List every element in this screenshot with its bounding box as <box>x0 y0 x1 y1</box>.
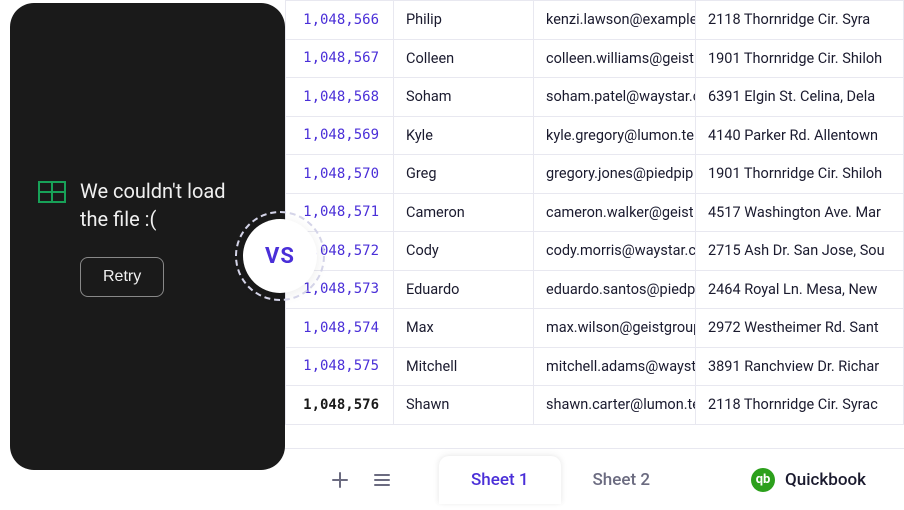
table-row[interactable]: 1,048,567Colleencolleen.williams@geist19… <box>286 39 904 78</box>
cell-email[interactable]: kyle.gregory@lumon.te <box>534 116 696 155</box>
cell-email[interactable]: eduardo.santos@piedp <box>534 270 696 309</box>
spreadsheet-icon <box>38 181 66 203</box>
cell-name[interactable]: Kyle <box>394 116 534 155</box>
cell-addr[interactable]: 2464 Royal Ln. Mesa, New <box>696 270 904 309</box>
cell-addr[interactable]: 4517 Washington Ave. Mar <box>696 193 904 232</box>
table-row[interactable]: 1,048,573Eduardoeduardo.santos@piedp2464… <box>286 270 904 309</box>
cell-email[interactable]: max.wilson@geistgroup <box>534 309 696 348</box>
cell-addr[interactable]: 2118 Thornridge Cir. Syra <box>696 1 904 40</box>
add-sheet-button[interactable] <box>327 467 353 493</box>
cell-id[interactable]: 1,048,566 <box>286 1 394 40</box>
spreadsheet-panel: 1,048,566Philipkenzi.lawson@example.2118… <box>285 0 904 510</box>
table-row[interactable]: 1,048,569Kylekyle.gregory@lumon.te4140 P… <box>286 116 904 155</box>
cell-addr[interactable]: 2972 Westheimer Rd. Sant <box>696 309 904 348</box>
cell-email[interactable]: colleen.williams@geist <box>534 39 696 78</box>
table-row[interactable]: 1,048,566Philipkenzi.lawson@example.2118… <box>286 1 904 40</box>
cell-addr[interactable]: 3891 Ranchview Dr. Richar <box>696 347 904 386</box>
retry-button[interactable]: Retry <box>80 257 164 297</box>
quickbooks-icon: qb <box>751 468 775 492</box>
cell-email[interactable]: cody.morris@waystar.c <box>534 232 696 271</box>
data-table: 1,048,566Philipkenzi.lawson@example.2118… <box>285 0 904 425</box>
table-row[interactable]: 1,048,568Sohamsoham.patel@waystar.c6391 … <box>286 78 904 117</box>
cell-email[interactable]: gregory.jones@piedpip <box>534 155 696 194</box>
cell-id[interactable]: 1,048,568 <box>286 78 394 117</box>
cell-email[interactable]: shawn.carter@lumon.te <box>534 386 696 425</box>
tab-quickbooks[interactable]: qb Quickbook <box>731 454 886 506</box>
tab-sheet-1[interactable]: Sheet 1 <box>439 456 561 504</box>
cell-name[interactable]: Max <box>394 309 534 348</box>
cell-addr[interactable]: 2715 Ash Dr. San Jose, Sou <box>696 232 904 271</box>
table-row[interactable]: 1,048,576Shawnshawn.carter@lumon.te2118 … <box>286 386 904 425</box>
table-row[interactable]: 1,048,570Greggregory.jones@piedpip1901 T… <box>286 155 904 194</box>
table-row[interactable]: 1,048,574Maxmax.wilson@geistgroup2972 We… <box>286 309 904 348</box>
cell-addr[interactable]: 6391 Elgin St. Celina, Dela <box>696 78 904 117</box>
cell-email[interactable]: soham.patel@waystar.c <box>534 78 696 117</box>
table-row[interactable]: 1,048,572Codycody.morris@waystar.c2715 A… <box>286 232 904 271</box>
table-row[interactable]: 1,048,575Mitchellmitchell.adams@wayst389… <box>286 347 904 386</box>
connector-label: Quickbook <box>785 470 866 490</box>
cell-name[interactable]: Greg <box>394 155 534 194</box>
cell-id[interactable]: 1,048,567 <box>286 39 394 78</box>
cell-name[interactable]: Cameron <box>394 193 534 232</box>
cell-name[interactable]: Soham <box>394 78 534 117</box>
all-sheets-button[interactable] <box>369 467 395 493</box>
cell-id[interactable]: 1,048,576 <box>286 386 394 425</box>
cell-name[interactable]: Eduardo <box>394 270 534 309</box>
cell-email[interactable]: cameron.walker@geist <box>534 193 696 232</box>
cell-addr[interactable]: 1901 Thornridge Cir. Shiloh <box>696 39 904 78</box>
cell-addr[interactable]: 1901 Thornridge Cir. Shiloh <box>696 155 904 194</box>
cell-email[interactable]: kenzi.lawson@example. <box>534 1 696 40</box>
cell-name[interactable]: Shawn <box>394 386 534 425</box>
cell-id[interactable]: 1,048,570 <box>286 155 394 194</box>
vs-badge: VS <box>243 219 317 293</box>
cell-addr[interactable]: 2118 Thornridge Cir. Syrac <box>696 386 904 425</box>
cell-id[interactable]: 1,048,574 <box>286 309 394 348</box>
table-row[interactable]: 1,048,571Cameroncameron.walker@geist 451… <box>286 193 904 232</box>
cell-email[interactable]: mitchell.adams@wayst <box>534 347 696 386</box>
cell-name[interactable]: Philip <box>394 1 534 40</box>
vs-label: VS <box>265 244 295 269</box>
tab-sheet-2[interactable]: Sheet 2 <box>561 456 683 504</box>
error-message: We couldn't load the file :( <box>80 177 257 233</box>
cell-id[interactable]: 1,048,569 <box>286 116 394 155</box>
cell-name[interactable]: Mitchell <box>394 347 534 386</box>
sheet-tabs-bar: Sheet 1 Sheet 2 qb Quickbook <box>285 448 904 510</box>
cell-addr[interactable]: 4140 Parker Rd. Allentown <box>696 116 904 155</box>
cell-id[interactable]: 1,048,575 <box>286 347 394 386</box>
cell-name[interactable]: Colleen <box>394 39 534 78</box>
cell-name[interactable]: Cody <box>394 232 534 271</box>
